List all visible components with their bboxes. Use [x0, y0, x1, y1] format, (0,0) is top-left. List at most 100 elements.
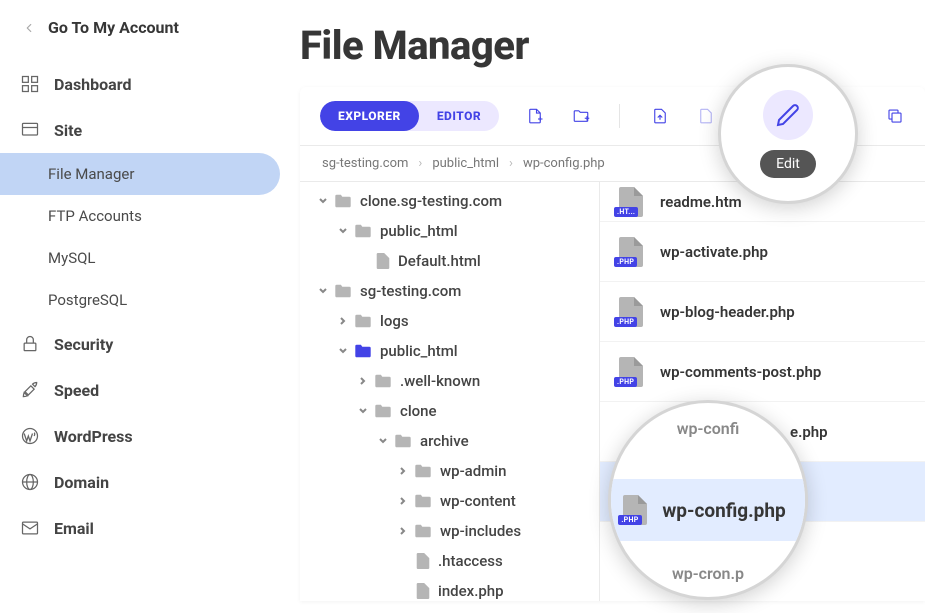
back-link-label: Go To My Account	[48, 18, 179, 37]
file-name: readme.htm	[660, 193, 742, 211]
tab-label: EDITOR	[437, 109, 481, 123]
badge: .PHP	[614, 377, 637, 387]
tree-label: wp-content	[440, 492, 516, 510]
tree-label: wp-includes	[440, 522, 521, 540]
mail-icon	[20, 518, 40, 538]
nav-security[interactable]: Security	[0, 321, 280, 367]
site-icon	[20, 120, 40, 140]
tree-label: archive	[420, 432, 469, 450]
tree-folder[interactable]: wp-content	[300, 486, 599, 516]
folder-icon	[414, 464, 432, 478]
file-type-icon: .PHP	[622, 495, 648, 525]
overflow-text: wp-confi	[677, 419, 740, 438]
tree-file[interactable]: .htaccess	[300, 546, 599, 576]
tree-label: clone	[400, 402, 437, 420]
folder-icon	[374, 404, 392, 418]
edit-tooltip: Edit	[760, 150, 816, 178]
nav-label: WordPress	[54, 427, 133, 446]
tree-folder[interactable]: clone.sg-testing.com	[300, 186, 599, 216]
editor-tab[interactable]: EDITOR	[419, 101, 499, 131]
page-title: File Manager	[300, 0, 925, 87]
folder-tree: clone.sg-testing.com public_html Default…	[300, 182, 600, 601]
file-row[interactable]: .PHPwp-blog-header.php	[600, 282, 925, 342]
file-row[interactable]: .PHP wp-activate.php	[600, 222, 925, 282]
nav-mysql[interactable]: MySQL	[0, 237, 280, 279]
tree-folder[interactable]: clone	[300, 396, 599, 426]
copy-icon[interactable]	[885, 106, 905, 126]
toolbar-separator	[619, 104, 620, 128]
tree-folder[interactable]: sg-testing.com	[300, 276, 599, 306]
nav-postgresql[interactable]: PostgreSQL	[0, 279, 280, 321]
file-name: wp-activate.php	[660, 243, 768, 261]
folder-open-icon	[354, 344, 372, 358]
nav-label: Site	[54, 121, 82, 140]
tree-folder[interactable]: logs	[300, 306, 599, 336]
nav-label: Security	[54, 335, 113, 354]
chevron-right-icon	[398, 466, 408, 476]
chevron-down-icon	[318, 196, 328, 206]
tree-label: logs	[380, 312, 409, 330]
nav-sub-label: FTP Accounts	[48, 207, 142, 225]
new-file-icon[interactable]	[525, 106, 545, 126]
nav-sub-label: MySQL	[48, 249, 96, 267]
nav-sub-label: PostgreSQL	[48, 291, 127, 309]
chevron-down-icon	[358, 406, 368, 416]
chevron-down-icon	[338, 226, 348, 236]
breadcrumb-item[interactable]: public_html	[432, 156, 499, 171]
chevron-down-icon	[338, 346, 348, 356]
chevron-right-icon: ›	[418, 156, 422, 171]
tree-folder[interactable]: public_html	[300, 216, 599, 246]
magnified-edit-button: Edit	[718, 64, 858, 204]
tree-file[interactable]: Default.html	[300, 246, 599, 276]
chevron-right-icon	[398, 496, 408, 506]
chevron-right-icon	[358, 376, 368, 386]
file-icon	[376, 253, 390, 269]
breadcrumb-item[interactable]: sg-testing.com	[322, 156, 408, 171]
nav-ftp-accounts[interactable]: FTP Accounts	[0, 195, 280, 237]
file-name: wp-comments-post.php	[660, 363, 821, 381]
upload-icon[interactable]	[650, 106, 670, 126]
tree-label: public_html	[380, 342, 458, 360]
new-folder-icon[interactable]	[571, 106, 591, 126]
tree-folder[interactable]: public_html	[300, 336, 599, 366]
file-row[interactable]: .PHP wp-comments-post.php	[600, 342, 925, 402]
file-name: wp-blog-header.php	[660, 303, 795, 321]
badge: .PHP	[614, 257, 637, 267]
magnified-selected-file: wp-confi .PHP wp-config.php wp-cron.p	[608, 400, 808, 600]
badge: .PHP	[618, 515, 641, 525]
folder-icon	[374, 374, 392, 388]
tree-folder[interactable]: wp-admin	[300, 456, 599, 486]
tree-label: sg-testing.com	[360, 282, 461, 300]
chevron-right-icon: ›	[509, 156, 513, 171]
tree-folder[interactable]: wp-includes	[300, 516, 599, 546]
tree-file[interactable]: index.php	[300, 576, 599, 601]
nav-sub-label: File Manager	[48, 165, 134, 183]
download-icon[interactable]	[696, 106, 716, 126]
nav-domain[interactable]: Domain	[0, 459, 280, 505]
chevron-right-icon	[398, 526, 408, 536]
badge: .HT...	[614, 207, 638, 217]
nav-label: Dashboard	[54, 75, 131, 94]
back-to-account-link[interactable]: Go To My Account	[0, 18, 280, 61]
nav-dashboard[interactable]: Dashboard	[0, 61, 280, 107]
tree-label: public_html	[380, 222, 458, 240]
folder-icon	[354, 224, 372, 238]
edit-button[interactable]	[763, 90, 813, 140]
nav-wordpress[interactable]: WordPress	[0, 413, 280, 459]
chevron-down-icon	[318, 286, 328, 296]
nav-file-manager[interactable]: File Manager	[0, 153, 280, 195]
pencil-icon	[776, 103, 800, 127]
view-toggle: EXPLORER EDITOR	[320, 101, 499, 131]
breadcrumb-item[interactable]: wp-config.php	[523, 156, 605, 171]
explorer-tab[interactable]: EXPLORER	[320, 101, 419, 131]
dashboard-icon	[20, 74, 40, 94]
tree-folder[interactable]: archive	[300, 426, 599, 456]
chevron-down-icon	[378, 436, 388, 446]
nav-email[interactable]: Email	[0, 505, 280, 551]
folder-icon	[414, 524, 432, 538]
tree-folder[interactable]: .well-known	[300, 366, 599, 396]
selected-file-highlight: .PHP wp-config.php	[611, 479, 805, 541]
nav-site[interactable]: Site	[0, 107, 280, 153]
tree-label: Default.html	[398, 252, 481, 270]
nav-speed[interactable]: Speed	[0, 367, 280, 413]
